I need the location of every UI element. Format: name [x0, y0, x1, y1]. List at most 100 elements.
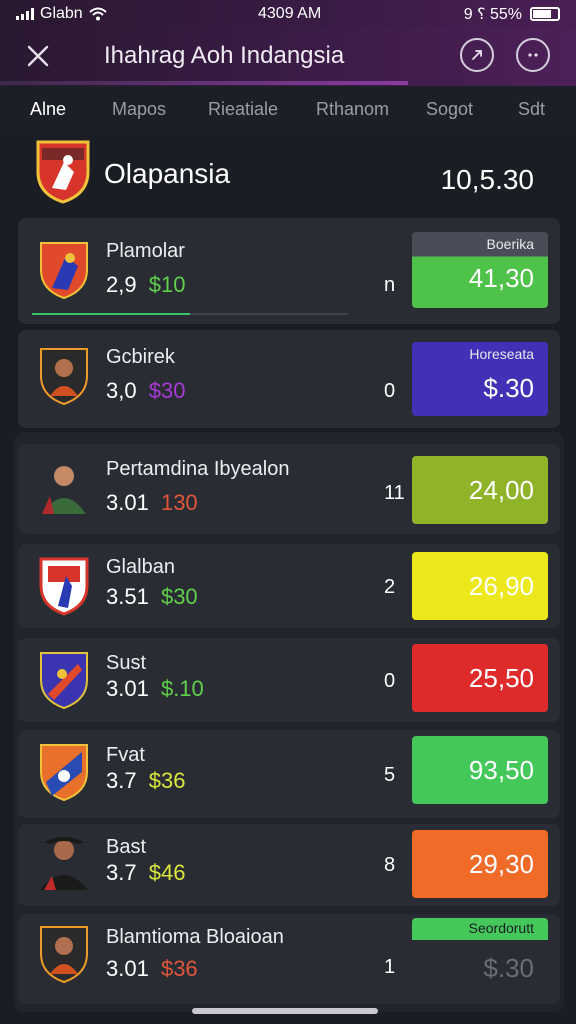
item-count: 0 — [384, 380, 396, 402]
price-value: 29,30 — [468, 848, 534, 879]
price-value: $.30 — [483, 373, 534, 403]
item-count: 0 — [384, 670, 396, 692]
match-score: 10,5.30 — [440, 164, 534, 195]
odds-alt: $.10 — [160, 676, 204, 701]
close-button[interactable] — [22, 40, 54, 72]
odds-base: 3.01 — [106, 676, 149, 701]
page-title: Ihahrag Aoh Indangsia — [104, 42, 345, 69]
crest-orange-blue-icon — [40, 744, 88, 802]
header-underline — [0, 81, 408, 85]
list-item[interactable]: Plamolar 2,9 $10 n Boerika 41,30 — [18, 218, 560, 324]
tab-sogot[interactable]: Sogot — [426, 99, 473, 120]
price-value: $.30 — [483, 953, 534, 983]
list-item[interactable]: Glalban 3.51 $30 2 26,90 — [18, 544, 560, 628]
item-odds: 3.01 $.10 — [106, 676, 204, 702]
odds-alt: $36 — [160, 956, 198, 981]
match-name: Olapansia — [104, 158, 231, 189]
carrier-label: Glabn — [40, 5, 83, 22]
item-name: Gcbirek — [106, 346, 175, 368]
more-button[interactable] — [516, 38, 550, 72]
item-count: 11 — [384, 482, 405, 504]
list-item[interactable]: Pertamdina Ibyealon 3.01 130 11 24,00 — [18, 444, 560, 534]
progress-fill — [32, 313, 190, 315]
odds-base: 3.7 — [106, 860, 137, 885]
odds-base: 3,0 — [106, 378, 137, 403]
crest-dark-player-2-icon — [40, 926, 88, 984]
price-button[interactable]: 25,50 — [412, 644, 548, 712]
price-button[interactable]: Horeseata $.30 — [412, 342, 548, 416]
share-icon — [472, 50, 482, 60]
crest-blue-red-icon — [40, 652, 88, 710]
price-label: Seordorutt — [468, 920, 534, 936]
tab-sdt[interactable]: Sdt — [518, 99, 545, 120]
list-item[interactable]: Gcbirek 3,0 $30 0 Horeseata $.30 — [18, 330, 560, 428]
item-odds: 3.01 $36 — [106, 956, 198, 982]
odds-alt: 130 — [160, 490, 198, 515]
home-indicator[interactable] — [192, 1008, 378, 1014]
team-crest-icon — [36, 140, 90, 204]
price-label: Horeseata — [469, 346, 534, 362]
signal-icon — [16, 8, 34, 20]
list-item[interactable]: Sust 3.01 $.10 0 25,50 — [18, 638, 560, 722]
item-name: Fvat — [106, 744, 145, 766]
tab-mapos[interactable]: Mapos — [112, 99, 166, 120]
status-left: Glabn — [16, 5, 107, 23]
odds-base: 3.7 — [106, 768, 137, 793]
odds-alt: $10 — [148, 272, 186, 297]
odds-alt: $36 — [148, 768, 186, 793]
list-item[interactable]: Bast 3.7 $46 8 29,30 — [18, 824, 560, 906]
price-button[interactable]: 24,00 — [412, 456, 548, 524]
price-value: 26,90 — [468, 570, 534, 601]
progress-bar — [32, 313, 348, 315]
player-avatar-2-icon — [40, 837, 88, 890]
item-name: Pertamdina Ibyealon — [106, 458, 290, 480]
price-label: Boerika — [486, 236, 534, 252]
battery-icon — [530, 7, 560, 21]
item-count: n — [384, 274, 396, 296]
list-item[interactable]: Fvat 3.7 $36 5 93,50 — [18, 730, 560, 818]
item-name: Glalban — [106, 556, 175, 578]
price-button[interactable]: 26,90 — [412, 552, 548, 620]
item-odds: 3.01 130 — [106, 490, 198, 516]
match-header: Olapansia 10,5.30 — [0, 134, 576, 214]
item-count: 1 — [384, 956, 396, 978]
tab-alne[interactable]: Alne — [30, 99, 66, 120]
list-item[interactable]: Blamtioma Bloaioan 3.01 $36 1 Seordorutt… — [18, 914, 560, 1004]
price-button[interactable]: Boerika 41,30 — [412, 232, 548, 308]
item-count: 5 — [384, 764, 396, 786]
tab-bar: Alne Mapos Rieatiale Rthanom Sogot Sdt — [0, 86, 576, 134]
price-button[interactable]: Seordorutt $.30 — [412, 918, 548, 992]
more-icon — [528, 53, 538, 57]
item-odds: 3,0 $30 — [106, 378, 185, 404]
wifi-icon — [89, 7, 107, 21]
price-value: 93,50 — [468, 754, 534, 785]
odds-base: 2,9 — [106, 272, 137, 297]
odds-alt: $46 — [148, 860, 186, 885]
odds-alt: $30 — [160, 584, 198, 609]
item-odds: 2,9 $10 — [106, 272, 185, 298]
item-count: 8 — [384, 854, 396, 876]
crest-red-blue-icon — [40, 242, 88, 300]
item-name: Plamolar — [106, 240, 185, 262]
odds-base: 3.01 — [106, 490, 149, 515]
status-bar: Glabn 4309 AM 9 ⸮ 55% — [0, 0, 576, 28]
item-name: Bast — [106, 836, 147, 858]
price-button[interactable]: 93,50 — [412, 736, 548, 804]
item-name: Blamtioma Bloaioan — [106, 926, 284, 948]
price-value: 24,00 — [468, 474, 534, 505]
crest-dark-player-icon — [40, 348, 88, 406]
odds-base: 3.51 — [106, 584, 149, 609]
price-button[interactable]: 29,30 — [412, 830, 548, 898]
tab-rthanom[interactable]: Rthanom — [316, 99, 389, 120]
odds-alt: $30 — [148, 378, 186, 403]
close-icon — [27, 45, 49, 67]
share-button[interactable] — [460, 38, 494, 72]
clock: 4309 AM — [258, 5, 322, 22]
crest-red-white-icon — [39, 557, 89, 616]
status-icons-text: 9 ⸮ 55% — [463, 6, 522, 23]
odds-base: 3.01 — [106, 956, 149, 981]
tab-rieatiale[interactable]: Rieatiale — [208, 99, 278, 120]
item-odds: 3.7 $36 — [106, 768, 185, 794]
app-header: Ihahrag Aoh Indangsia — [0, 28, 576, 86]
item-name: Sust — [106, 652, 147, 674]
